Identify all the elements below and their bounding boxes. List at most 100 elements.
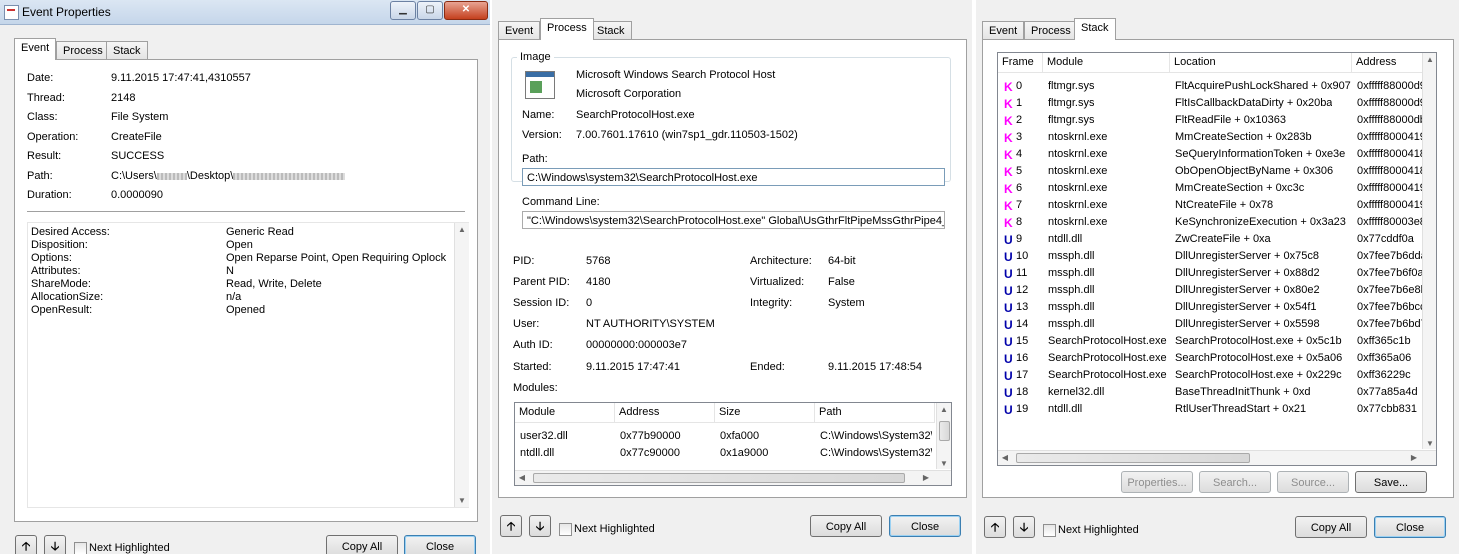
next-highlighted-checkbox[interactable]: [1043, 524, 1056, 537]
column-header-size[interactable]: Size: [715, 403, 815, 422]
maximize-button[interactable]: ▢: [417, 1, 443, 20]
tab-process[interactable]: Process: [56, 41, 110, 60]
column-header-frame[interactable]: Frame: [998, 53, 1043, 72]
previous-highlighted-button[interactable]: 🡡: [984, 516, 1006, 538]
table-row[interactable]: U 19 ntdll.dll RtlUserThreadStart + 0x21 0x7…: [998, 402, 1422, 419]
auth-id-label: Auth ID:: [513, 339, 553, 351]
table-row[interactable]: U 11 mssph.dll DllUnregisterServer + 0x88d2…: [998, 266, 1422, 283]
scroll-up-arrow-icon[interactable]: ▲: [455, 225, 469, 234]
column-header-module[interactable]: Module: [1043, 53, 1170, 72]
scroll-right-arrow-icon[interactable]: ▶: [919, 473, 933, 482]
column-header-path[interactable]: Path: [815, 403, 935, 422]
save-button[interactable]: Save...: [1355, 471, 1427, 493]
tab-stack[interactable]: Stack: [106, 41, 148, 60]
close-button[interactable]: Close: [889, 515, 961, 537]
scroll-left-arrow-icon[interactable]: ◀: [998, 453, 1012, 462]
column-header-module[interactable]: Module: [515, 403, 615, 422]
scroll-left-arrow-icon[interactable]: ◀: [515, 473, 529, 482]
scroll-thumb[interactable]: [1016, 453, 1250, 463]
frame-location: FltAcquirePushLockShared + 0x907: [1175, 80, 1351, 92]
user-mode-icon: U: [1004, 284, 1013, 298]
version-label: Version:: [522, 129, 562, 141]
table-row[interactable]: U 9 ntdll.dll ZwCreateFile + 0xa 0x77cddf0a: [998, 232, 1422, 249]
scroll-up-arrow-icon[interactable]: ▲: [1423, 55, 1436, 64]
scroll-thumb[interactable]: [533, 473, 905, 483]
modules-vertical-scrollbar[interactable]: ▲ ▼: [936, 403, 951, 469]
stack-horizontal-scrollbar[interactable]: ◀ ▶: [998, 450, 1436, 465]
modules-horizontal-scrollbar[interactable]: ◀ ▶: [515, 470, 951, 485]
table-row[interactable]: K 4 ntoskrnl.exe SeQueryInformationToken + …: [998, 147, 1422, 164]
properties-button[interactable]: Properties...: [1121, 471, 1193, 493]
table-row[interactable]: U 10 mssph.dll DllUnregisterServer + 0x75c8…: [998, 249, 1422, 266]
table-row[interactable]: K 6 ntoskrnl.exe MmCreateSection + 0xc3c 0xf…: [998, 181, 1422, 198]
path-field[interactable]: C:\Windows\system32\SearchProtocolHost.e…: [522, 168, 945, 186]
table-row[interactable]: K 8 ntoskrnl.exe KeSynchronizeExecution + 0…: [998, 215, 1422, 232]
next-event-button[interactable]: 🡣: [44, 535, 66, 554]
table-row[interactable]: U 15 SearchProtocolHost.exe SearchProtocolH…: [998, 334, 1422, 351]
copy-all-button[interactable]: Copy All: [810, 515, 882, 537]
minimize-button[interactable]: ▁: [390, 1, 416, 20]
scroll-down-arrow-icon[interactable]: ▼: [455, 496, 469, 505]
tab-event[interactable]: Event: [982, 21, 1025, 40]
title-bar: Event Properties ▁ ▢ ✕: [0, 0, 490, 25]
details-scrollbar[interactable]: ▲ ▼: [454, 223, 469, 507]
stack-list[interactable]: Frame Module Location Address K 0 fltmgr.s…: [997, 52, 1437, 466]
operation-value: CreateFile: [111, 131, 162, 143]
table-row[interactable]: K 0 fltmgr.sys FltAcquirePushLockShared + 0…: [998, 79, 1422, 96]
table-row[interactable]: U 16 SearchProtocolHost.exe SearchProtocolH…: [998, 351, 1422, 368]
tab-process[interactable]: Process: [1024, 21, 1078, 40]
table-row[interactable]: K 7 ntoskrnl.exe NtCreateFile + 0x78 0xfffff…: [998, 198, 1422, 215]
command-line-field[interactable]: "C:\Windows\system32\SearchProtocolHost.…: [522, 211, 945, 229]
previous-highlighted-button[interactable]: 🡡: [500, 515, 522, 537]
table-row[interactable]: U 13 mssph.dll DllUnregisterServer + 0x54f1…: [998, 300, 1422, 317]
copy-all-button[interactable]: Copy All: [1295, 516, 1367, 538]
table-row[interactable]: U 18 kernel32.dll BaseThreadInitThunk + 0xd…: [998, 385, 1422, 402]
copy-all-button[interactable]: Copy All: [326, 535, 398, 554]
next-event-button[interactable]: 🡣: [529, 515, 551, 537]
details-list[interactable]: Desired Access: Generic Read Disposition…: [27, 222, 469, 508]
tab-stack[interactable]: Stack: [590, 21, 632, 40]
column-header-location[interactable]: Location: [1170, 53, 1352, 72]
table-row[interactable]: ntdll.dll 0x77c90000 0x1a9000 C:\Windows…: [515, 445, 935, 461]
frame-module: fltmgr.sys: [1048, 80, 1095, 92]
table-row[interactable]: K 5 ntoskrnl.exe ObOpenObjectByName + 0x306…: [998, 164, 1422, 181]
tab-event[interactable]: Event: [498, 21, 541, 40]
table-row[interactable]: K 3 ntoskrnl.exe MmCreateSection + 0x283b 0x…: [998, 130, 1422, 147]
integrity-label: Integrity:: [750, 297, 793, 309]
tab-event[interactable]: Event: [14, 38, 57, 60]
previous-highlighted-button[interactable]: 🡡: [15, 535, 37, 554]
table-row[interactable]: K 1 fltmgr.sys FltIsCallbackDataDirty + 0x2…: [998, 96, 1422, 113]
frame-location: BaseThreadInitThunk + 0xd: [1175, 386, 1311, 398]
table-row[interactable]: U 12 mssph.dll DllUnregisterServer + 0x80e2…: [998, 283, 1422, 300]
close-button[interactable]: Close: [1374, 516, 1446, 538]
table-row[interactable]: U 14 mssph.dll DllUnregisterServer + 0x5598…: [998, 317, 1422, 334]
scroll-right-arrow-icon[interactable]: ▶: [1407, 453, 1421, 462]
tab-process[interactable]: Process: [540, 18, 594, 40]
table-row[interactable]: user32.dll 0x77b90000 0xfa000 C:\Windows…: [515, 428, 935, 444]
scroll-up-arrow-icon[interactable]: ▲: [937, 405, 951, 414]
next-highlighted-checkbox[interactable]: [74, 542, 87, 554]
tab-stack[interactable]: Stack: [1074, 18, 1116, 40]
scroll-down-arrow-icon[interactable]: ▼: [1423, 439, 1436, 448]
next-highlighted-checkbox[interactable]: [559, 523, 572, 536]
table-row[interactable]: U 17 SearchProtocolHost.exe SearchProtocolH…: [998, 368, 1422, 385]
close-window-button[interactable]: ✕: [444, 1, 488, 20]
path-value: C:\Users\ \Desktop\: [111, 170, 346, 182]
stack-vertical-scrollbar[interactable]: ▲ ▼: [1422, 53, 1436, 449]
scroll-down-arrow-icon[interactable]: ▼: [937, 459, 951, 468]
source-button[interactable]: Source...: [1277, 471, 1349, 493]
modules-header: Module Address Size Path: [515, 403, 935, 423]
frame-number: 17: [1016, 369, 1029, 381]
close-button[interactable]: Close: [404, 535, 476, 554]
column-header-address[interactable]: Address: [1352, 53, 1422, 72]
frame-number: 14: [1016, 318, 1029, 330]
frame-address: 0xff36229c: [1357, 369, 1411, 381]
kernel-mode-icon: K: [1004, 165, 1013, 179]
next-event-button[interactable]: 🡣: [1013, 516, 1035, 538]
column-header-address[interactable]: Address: [615, 403, 715, 422]
search-button[interactable]: Search...: [1199, 471, 1271, 493]
scroll-thumb[interactable]: [939, 421, 950, 441]
detail-key: Attributes:: [31, 265, 81, 277]
modules-list[interactable]: Module Address Size Path user32.dll 0x77…: [514, 402, 952, 486]
table-row[interactable]: K 2 fltmgr.sys FltReadFile + 0x10363 0xfffff…: [998, 113, 1422, 130]
